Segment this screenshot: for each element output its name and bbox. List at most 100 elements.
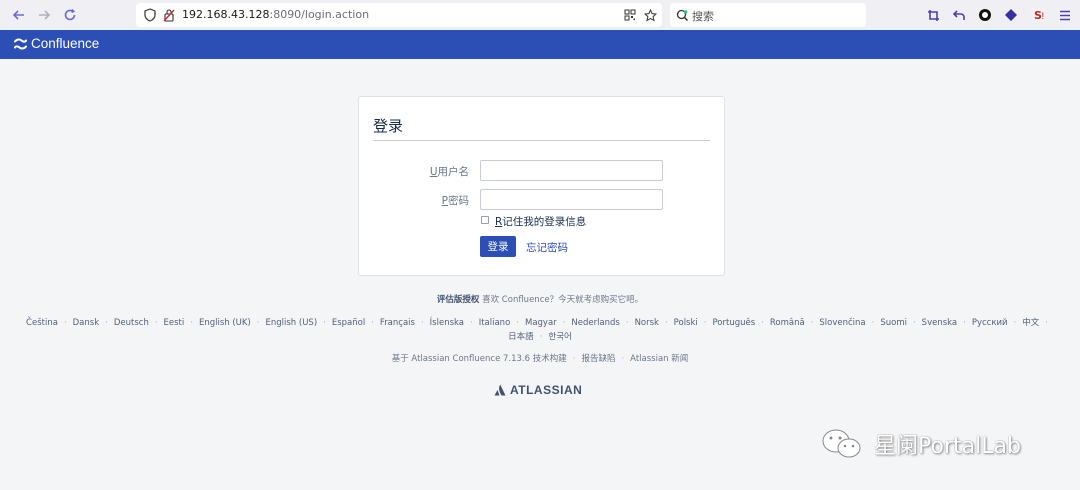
menu-icon[interactable]: [1057, 7, 1073, 23]
language-link[interactable]: Italiano: [479, 318, 511, 328]
login-button[interactable]: 登录: [480, 236, 516, 257]
remember-me-label[interactable]: R记住我的登录信息: [495, 214, 586, 229]
crop-icon[interactable]: [925, 7, 941, 23]
confluence-logo[interactable]: Confluence: [14, 36, 99, 51]
search-engine-icon: [674, 7, 690, 23]
qr-code-icon[interactable]: [622, 7, 638, 23]
language-separator: ·: [1045, 318, 1048, 328]
language-link[interactable]: 中文: [1022, 318, 1039, 328]
language-link[interactable]: Polski: [674, 318, 698, 328]
language-link[interactable]: Français: [380, 318, 415, 328]
url-text: 192.168.43.128:8090/login.action: [182, 8, 369, 21]
url-host: 192.168.43.128: [182, 8, 270, 21]
address-bar[interactable]: 192.168.43.128:8090/login.action: [136, 3, 662, 27]
confluence-header: Confluence: [0, 30, 1080, 59]
language-separator: ·: [256, 318, 260, 328]
language-link[interactable]: Português: [712, 318, 755, 328]
powered-by-text[interactable]: 基于 Atlassian Confluence 7.13.6 技术构建: [392, 354, 567, 364]
language-list: Čeština · Dansk · Deutsch · Eesti · English (UK)…: [0, 316, 1080, 328]
language-link[interactable]: 日本語: [508, 332, 534, 342]
language-link[interactable]: Svenska: [922, 318, 957, 328]
s-extension-icon[interactable]: S!: [1030, 7, 1046, 23]
eval-license-label: 评估版授权: [436, 295, 480, 305]
diamond-extension-icon[interactable]: [1003, 7, 1019, 23]
language-separator: ·: [562, 318, 566, 328]
language-separator: ·: [105, 318, 108, 328]
shield-icon[interactable]: [142, 7, 158, 23]
language-link[interactable]: English (UK): [199, 318, 251, 328]
login-title: 登录: [373, 117, 404, 135]
forward-arrow-icon[interactable]: [33, 4, 55, 26]
language-link[interactable]: Magyar: [525, 318, 557, 328]
eval-license-text: 喜欢 Confluence？今天就考虑购买它吧。: [479, 295, 644, 305]
language-separator: ·: [371, 318, 374, 328]
language-separator: ·: [963, 318, 966, 328]
circle-extension-icon[interactable]: [977, 7, 993, 23]
password-label-text: 密码: [448, 195, 469, 207]
bookmark-star-icon[interactable]: [642, 7, 658, 23]
footer-separator: ·: [572, 354, 576, 364]
atlassian-logo-text: ATLASSIAN: [510, 383, 583, 397]
language-separator: ·: [516, 318, 519, 328]
footer-separator: ·: [621, 354, 625, 364]
language-link[interactable]: Norsk: [635, 318, 659, 328]
language-separator: ·: [912, 318, 916, 328]
language-link[interactable]: Slovenčina: [819, 318, 865, 328]
language-separator: ·: [63, 318, 67, 328]
language-separator: ·: [470, 318, 473, 328]
title-divider: [373, 140, 710, 141]
report-bug-link[interactable]: 报告缺陷: [581, 354, 615, 364]
back-arrow-icon[interactable]: [8, 4, 30, 26]
username-label-text: 用户名: [437, 166, 470, 178]
language-separator: ·: [539, 332, 543, 342]
app-name: Confluence: [31, 36, 100, 51]
username-field[interactable]: [480, 160, 663, 181]
password-field[interactable]: [480, 189, 663, 210]
language-link[interactable]: Čeština: [26, 318, 58, 328]
evaluation-license-notice: 评估版授权 喜欢 Confluence？今天就考虑购买它吧。: [0, 293, 1080, 305]
language-link[interactable]: Deutsch: [114, 318, 149, 328]
atlassian-news-link[interactable]: Atlassian 新闻: [630, 354, 688, 364]
search-placeholder: 搜索: [692, 10, 714, 23]
language-separator: ·: [703, 318, 707, 328]
atlassian-triangle-icon: [494, 384, 506, 396]
language-link[interactable]: Nederlands: [571, 318, 620, 328]
watermark: 星阑PortalLab: [820, 427, 1021, 461]
language-link[interactable]: Eesti: [164, 318, 185, 328]
password-label: P密码: [379, 193, 469, 208]
watermark-text: 星阑PortalLab: [874, 434, 1021, 459]
svg-text:!: !: [1041, 12, 1045, 22]
language-separator: ·: [871, 318, 875, 328]
language-link[interactable]: Suomi: [880, 318, 907, 328]
language-separator: ·: [323, 318, 326, 328]
language-link[interactable]: English (US): [266, 318, 318, 328]
language-separator: ·: [154, 318, 158, 328]
remember-me-checkbox[interactable]: [481, 216, 489, 224]
language-separator: ·: [810, 318, 814, 328]
language-separator: ·: [190, 318, 193, 328]
language-separator: ·: [625, 318, 629, 328]
powered-by-footer: 基于 Atlassian Confluence 7.13.6 技术构建 · 报告缺陷…: [0, 352, 1080, 364]
remember-text: 记住我的登录信息: [502, 216, 587, 228]
language-link[interactable]: Русский: [972, 318, 1008, 328]
language-separator: ·: [664, 318, 668, 328]
insecure-lock-icon[interactable]: [161, 7, 177, 23]
url-path: :8090/login.action: [269, 8, 370, 21]
undo-arrow-icon[interactable]: [951, 7, 967, 23]
wechat-icon: [822, 429, 861, 458]
language-link[interactable]: 한국어: [548, 332, 571, 342]
language-list-continued: 日本語 · 한국어: [0, 330, 1080, 342]
forgot-password-link[interactable]: 忘记密码: [526, 240, 568, 255]
atlassian-logo[interactable]: ATLASSIAN: [494, 383, 582, 397]
login-card: 登录 U用户名 P密码 R记住我的登录信息 登录 忘记密码: [358, 96, 725, 276]
language-separator: ·: [761, 318, 764, 328]
language-link[interactable]: Română: [770, 318, 805, 328]
browser-toolbar: 192.168.43.128:8090/login.action 搜索 S!: [0, 0, 1080, 30]
language-link[interactable]: Dansk: [73, 318, 100, 328]
confluence-logo-icon: [14, 37, 27, 50]
language-separator: ·: [420, 318, 424, 328]
language-link[interactable]: Íslenska: [430, 318, 464, 328]
reload-icon[interactable]: [59, 4, 81, 26]
browser-search-box[interactable]: 搜索: [670, 3, 866, 27]
language-link[interactable]: Español: [332, 318, 365, 328]
